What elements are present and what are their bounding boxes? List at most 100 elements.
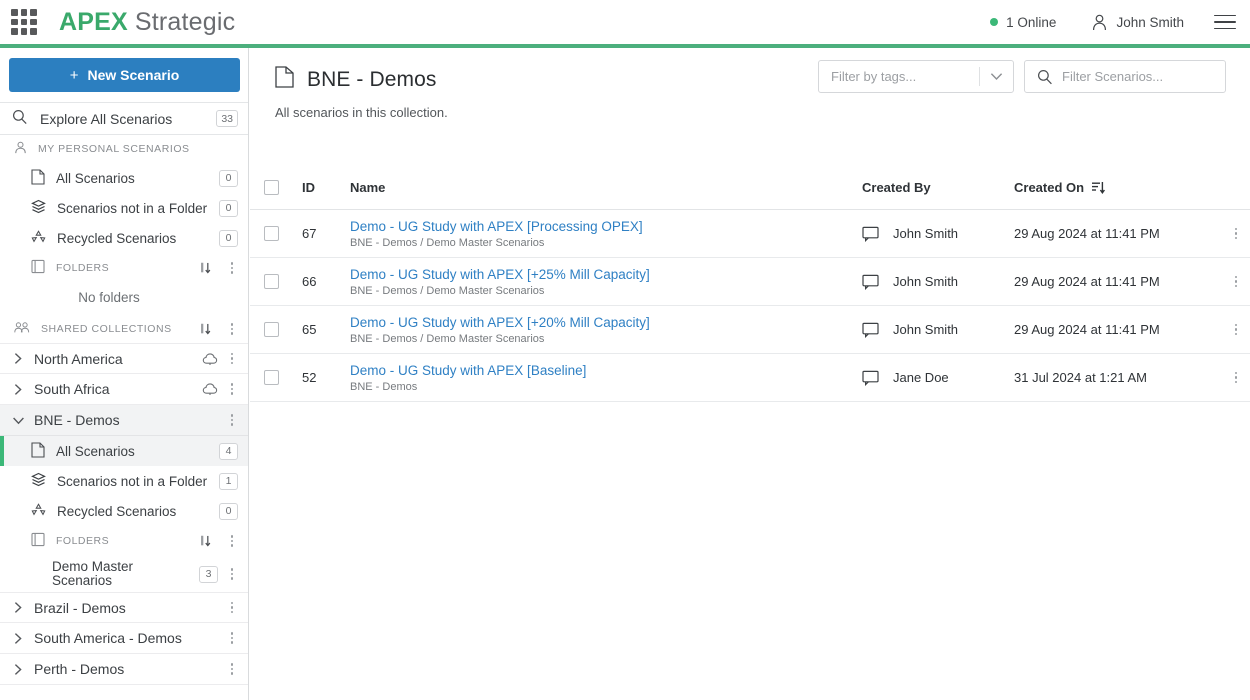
sort-folders-icon[interactable]	[195, 533, 218, 550]
sidebar-folder-demo-master-scenarios[interactable]: Demo Master Scenarios 3	[0, 556, 248, 592]
new-scenario-button[interactable]: + New Scenario	[9, 58, 240, 92]
collections-more-menu-icon[interactable]	[226, 323, 238, 335]
search-icon	[12, 109, 28, 128]
comment-icon[interactable]	[862, 274, 879, 290]
collection-more-menu-icon[interactable]	[226, 663, 238, 675]
sidebar-item-personal-recycled-scenarios[interactable]: Recycled Scenarios 0	[0, 223, 248, 253]
collection-more-menu-icon[interactable]	[226, 601, 238, 614]
online-status[interactable]: 1 Online	[990, 15, 1056, 30]
table-row[interactable]: 67 Demo - UG Study with APEX [Processing…	[250, 210, 1250, 258]
table-row[interactable]: 66 Demo - UG Study with APEX [+25% Mill …	[250, 258, 1250, 306]
document-icon	[31, 168, 45, 188]
document-icon	[31, 441, 45, 461]
folder-more-menu-icon[interactable]	[226, 568, 238, 580]
folders-label: FOLDERS	[56, 535, 110, 547]
row-more-menu-icon[interactable]	[1230, 275, 1242, 288]
table-row[interactable]: 65 Demo - UG Study with APEX [+20% Mill …	[250, 306, 1250, 354]
row-more-menu-icon[interactable]	[1230, 323, 1242, 336]
row-name-cell: Demo - UG Study with APEX [+20% Mill Cap…	[350, 315, 862, 345]
sidebar-collection-north-america[interactable]: North America	[0, 343, 248, 374]
sidebar-item-bne-scenarios-not-in-folder[interactable]: Scenarios not in a Folder 1	[0, 466, 248, 496]
item-label: All Scenarios	[56, 443, 135, 459]
created-by-value: John Smith	[893, 226, 959, 241]
folders-more-menu-icon[interactable]	[226, 535, 238, 547]
item-count-badge: 0	[219, 229, 238, 247]
collection-label: North America	[34, 350, 123, 367]
sort-collections-icon[interactable]	[195, 321, 218, 338]
row-created-by-cell: Jane Doe	[862, 370, 1014, 386]
row-name-cell: Demo - UG Study with APEX [+25% Mill Cap…	[350, 267, 862, 297]
search-input[interactable]	[1062, 69, 1202, 84]
brand-secondary: Strategic	[134, 7, 236, 36]
comment-icon[interactable]	[862, 370, 879, 386]
column-header-name[interactable]: Name	[350, 180, 862, 195]
sidebar-collection-perth-demos[interactable]: Perth - Demos	[0, 654, 248, 685]
created-on-value: 29 Aug 2024 at 11:41 PM	[1014, 226, 1160, 241]
no-folders-message: No folders	[78, 289, 140, 305]
sidebar-item-bne-all-scenarios[interactable]: All Scenarios 4	[0, 436, 248, 466]
row-select-cell	[250, 322, 302, 337]
row-created-by-cell: John Smith	[862, 226, 1014, 242]
brand-primary: APEX	[59, 7, 128, 36]
section-my-personal-scenarios: MY PERSONAL SCENARIOS	[0, 135, 248, 163]
scenario-link[interactable]: Demo - UG Study with APEX [Processing OP…	[350, 219, 862, 234]
sidebar-item-explore-all-scenarios[interactable]: Explore All Scenarios 33	[0, 102, 248, 135]
chevron-down-icon[interactable]	[980, 72, 1013, 81]
scenario-search-box[interactable]	[1024, 60, 1226, 93]
chevron-right-icon	[10, 601, 26, 614]
user-menu[interactable]: John Smith	[1092, 14, 1184, 31]
row-checkbox[interactable]	[264, 322, 279, 337]
sidebar-collection-south-america-demos[interactable]: South America - Demos	[0, 623, 248, 654]
row-checkbox[interactable]	[264, 274, 279, 289]
row-created-by-cell: John Smith	[862, 322, 1014, 338]
row-name-cell: Demo - UG Study with APEX [Baseline] BNE…	[350, 363, 862, 393]
row-more-menu-icon[interactable]	[1230, 227, 1242, 240]
comment-icon[interactable]	[862, 322, 879, 338]
tag-filter-dropdown[interactable]: Filter by tags...	[818, 60, 1014, 93]
scenario-link[interactable]: Demo - UG Study with APEX [Baseline]	[350, 363, 862, 378]
collection-label: South Africa	[34, 381, 110, 397]
row-select-cell	[250, 226, 302, 241]
column-header-id[interactable]: ID	[302, 180, 350, 195]
sidebar-personal-folders-header[interactable]: FOLDERS	[0, 253, 248, 283]
sidebar-item-personal-scenarios-not-in-folder[interactable]: Scenarios not in a Folder 0	[0, 193, 248, 223]
sidebar-item-personal-all-scenarios[interactable]: All Scenarios 0	[0, 163, 248, 193]
online-label: 1 Online	[1006, 14, 1057, 30]
item-label: Scenarios not in a Folder	[57, 473, 208, 489]
select-all-checkbox[interactable]	[264, 180, 279, 195]
sort-descending-icon[interactable]	[1091, 181, 1106, 194]
created-on-label: Created On	[1014, 180, 1085, 195]
chevron-down-icon	[10, 415, 26, 426]
collection-label: Brazil - Demos	[34, 599, 126, 616]
sidebar-collection-bne-demos[interactable]: BNE - Demos	[0, 405, 248, 436]
collection-label: BNE - Demos	[34, 412, 120, 428]
comment-icon[interactable]	[862, 226, 879, 242]
collection-more-menu-icon[interactable]	[226, 383, 238, 395]
sidebar-item-bne-recycled-scenarios[interactable]: Recycled Scenarios 0	[0, 496, 248, 526]
row-select-cell	[250, 274, 302, 289]
hamburger-menu-icon[interactable]	[1214, 14, 1236, 30]
sort-folders-icon[interactable]	[195, 260, 218, 277]
collection-more-menu-icon[interactable]	[226, 352, 238, 365]
section-label: MY PERSONAL SCENARIOS	[38, 143, 190, 155]
sidebar-collection-south-africa[interactable]: South Africa	[0, 374, 248, 405]
sidebar-collection-brazil-demos[interactable]: Brazil - Demos	[0, 592, 248, 623]
scenario-link[interactable]: Demo - UG Study with APEX [+20% Mill Cap…	[350, 315, 862, 330]
row-checkbox[interactable]	[264, 226, 279, 241]
row-actions-cell	[1214, 227, 1250, 240]
apps-grid-icon[interactable]	[11, 9, 37, 35]
explore-label: Explore All Scenarios	[40, 110, 173, 127]
column-header-created-on[interactable]: Created On	[1014, 180, 1214, 195]
table-row[interactable]: 52 Demo - UG Study with APEX [Baseline] …	[250, 354, 1250, 402]
folders-more-menu-icon[interactable]	[226, 262, 238, 274]
collection-more-menu-icon[interactable]	[226, 414, 238, 426]
collection-more-menu-icon[interactable]	[226, 632, 238, 644]
scenario-path: BNE - Demos	[350, 380, 418, 393]
column-header-created-by[interactable]: Created By	[862, 180, 1014, 195]
scenario-link[interactable]: Demo - UG Study with APEX [+25% Mill Cap…	[350, 267, 862, 282]
plus-icon: +	[69, 66, 79, 84]
row-checkbox[interactable]	[264, 370, 279, 385]
row-more-menu-icon[interactable]	[1230, 371, 1242, 384]
sidebar-bne-folders-header[interactable]: FOLDERS	[0, 526, 248, 556]
item-count-badge: 0	[219, 502, 238, 520]
